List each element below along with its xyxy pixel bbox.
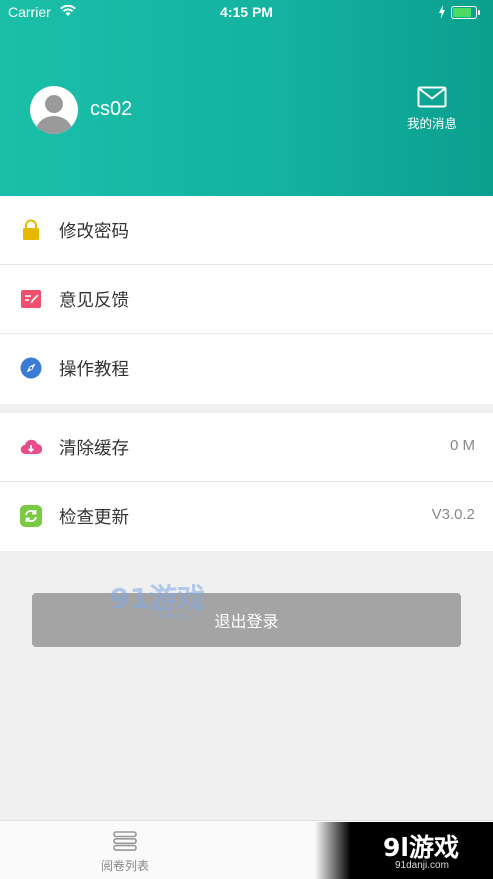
mail-icon [417, 86, 447, 108]
watermark-banner: 9l游戏 91danji.com [315, 822, 493, 879]
avatar-body [36, 116, 72, 134]
logout-button[interactable]: 退出登录 [32, 593, 461, 647]
menu-item-label: 操作教程 [59, 360, 129, 380]
compass-icon [20, 357, 42, 379]
menu-item-check-update[interactable]: 检查更新 V3.0.2 [0, 482, 493, 551]
refresh-icon [20, 505, 42, 527]
avatar[interactable] [30, 86, 78, 134]
watermark-logo-url: 91danji.com [154, 611, 197, 620]
battery-level [453, 8, 472, 17]
account-menu: 修改密码 意见反馈 操作教程 [0, 196, 493, 404]
menu-item-feedback[interactable]: 意见反馈 [0, 265, 493, 334]
feedback-icon [21, 290, 41, 308]
menu-item-change-password[interactable]: 修改密码 [0, 196, 493, 265]
username: cs02 [90, 98, 133, 120]
lock-icon [23, 219, 39, 240]
watermark-text: 9l游戏 [383, 833, 459, 862]
menu-item-label: 意见反馈 [59, 291, 129, 311]
tab-paper-list[interactable]: 阅卷列表 [80, 821, 170, 879]
status-bar: Carrier 4:15 PM [0, 0, 493, 26]
charging-icon [439, 5, 445, 19]
menu-item-label: 检查更新 [59, 508, 129, 528]
clock: 4:15 PM [220, 4, 273, 20]
menu-item-label: 修改密码 [59, 222, 129, 242]
cache-size-value: 0 M [449, 437, 475, 454]
messages-label: 我的消息 [406, 116, 457, 131]
list-icon [113, 831, 137, 851]
cloud-download-icon [20, 439, 42, 455]
battery-icon [451, 6, 480, 19]
avatar-head [45, 95, 63, 113]
menu-item-label: 清除缓存 [59, 439, 129, 459]
messages-button[interactable]: 我的消息 [401, 86, 463, 136]
settings-menu: 清除缓存 0 M 检查更新 V3.0.2 [0, 413, 493, 551]
menu-item-clear-cache[interactable]: 清除缓存 0 M [0, 413, 493, 482]
watermark-logo: 91游戏 91danji.com [110, 582, 205, 620]
profile-header: Carrier 4:15 PM cs02 我的消息 [0, 0, 493, 196]
watermark-url: 91danji.com [395, 860, 449, 871]
menu-item-tutorial[interactable]: 操作教程 [0, 334, 493, 403]
tab-label: 阅卷列表 [100, 859, 149, 873]
version-value: V3.0.2 [431, 506, 475, 523]
